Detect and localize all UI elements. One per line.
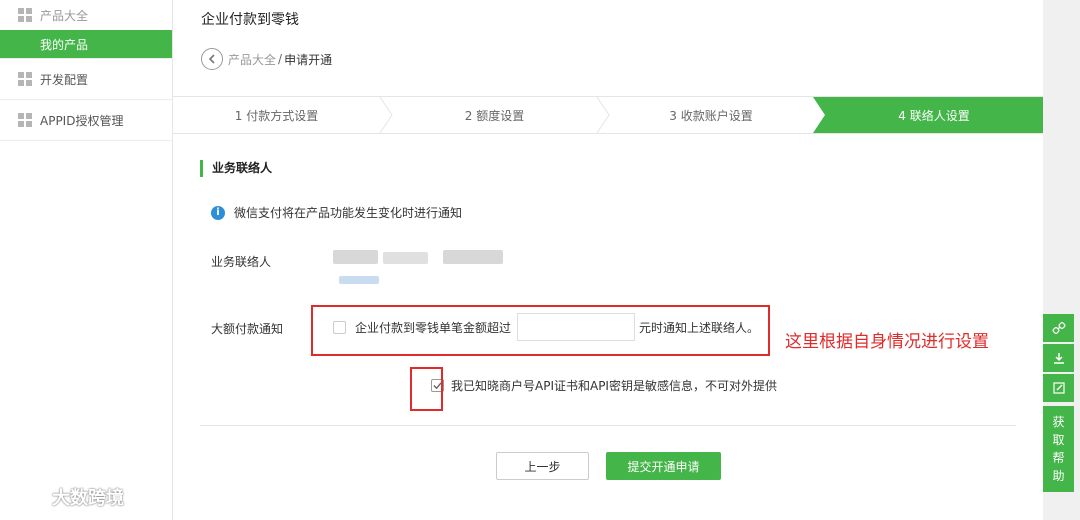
prev-step-button[interactable]: 上一步 (496, 452, 589, 480)
back-button[interactable] (201, 48, 223, 70)
sidebar-group-products[interactable]: 产品大全 (0, 0, 172, 30)
contact-label: 业务联络人 (211, 255, 272, 269)
step-4-active: 4 联络人设置 (898, 108, 970, 123)
chevron-left-icon (208, 54, 215, 64)
info-tip: i 微信支付将在产品功能发生变化时进行通知 (211, 204, 462, 221)
sidebar-item-my-products[interactable]: 我的产品 (0, 30, 172, 58)
step-progress: 1 付款方式设置 2 额度设置 3 收款账户设置 4 联络人设置 (173, 96, 1043, 134)
help-char: 取 (1052, 433, 1065, 447)
info-tip-text: 微信支付将在产品功能发生变化时进行通知 (234, 206, 463, 220)
help-char: 帮 (1052, 451, 1065, 465)
sidebar-item-label: APPID授权管理 (40, 113, 124, 128)
sidebar-item-appid-auth[interactable]: APPID授权管理 (0, 100, 172, 140)
info-icon: i (211, 205, 225, 220)
grid-icon (18, 113, 32, 127)
breadcrumb-parent-link[interactable]: 产品大全 (228, 51, 276, 68)
sidebar-group-label: 产品大全 (40, 8, 89, 23)
breadcrumb: 产品大全 / 申请开通 (201, 48, 332, 70)
ack-row: 我已知晓商户号API证书和API密钥是敏感信息，不可对外提供 (431, 377, 777, 394)
sidebar-item-label: 开发配置 (40, 72, 89, 87)
ack-text: 我已知晓商户号API证书和API密钥是敏感信息，不可对外提供 (451, 379, 777, 393)
grid-icon (18, 72, 32, 86)
help-button[interactable]: 获 取 帮 助 (1043, 406, 1074, 492)
section-title: 业务联络人 (200, 160, 272, 177)
annotation-text: 这里根据自身情况进行设置 (785, 332, 989, 352)
submit-application-button[interactable]: 提交开通申请 (606, 452, 721, 480)
breadcrumb-current: 申请开通 (284, 52, 333, 67)
help-char: 助 (1052, 469, 1065, 483)
download-icon (1053, 353, 1064, 364)
sidebar: 产品大全 我的产品 开发配置 APPID授权管理 大数跨境 (0, 0, 173, 520)
watermark-logo-icon (11, 490, 44, 504)
large-payment-label: 大额付款通知 (211, 322, 284, 336)
edit-button[interactable] (1043, 374, 1074, 402)
sidebar-item-label: 我的产品 (40, 37, 89, 52)
watermark-text: 大数跨境 (52, 488, 124, 509)
link-icon (1051, 321, 1066, 335)
download-button[interactable] (1043, 344, 1074, 372)
annotation-box-checkbox (410, 367, 443, 411)
grid-icon (18, 8, 32, 22)
watermark: 大数跨境 (10, 484, 124, 510)
step-2: 2 额度设置 (464, 108, 525, 123)
help-char: 获 (1052, 415, 1065, 429)
divider (200, 425, 1016, 426)
step-1: 1 付款方式设置 (234, 108, 319, 123)
contact-value-redacted (333, 246, 508, 288)
right-toolbar: 获 取 帮 助 (1043, 0, 1080, 520)
breadcrumb-separator: / (278, 52, 283, 66)
page-title: 企业付款到零钱 (201, 12, 299, 28)
link-button[interactable] (1043, 314, 1074, 342)
main-content: 企业付款到零钱 产品大全 / 申请开通 1 付款方式设置 2 额度设置 3 收款… (173, 0, 1043, 520)
annotation-box (311, 305, 770, 356)
sidebar-item-dev-config[interactable]: 开发配置 (0, 59, 172, 99)
edit-icon (1052, 382, 1065, 394)
step-3: 3 收款账户设置 (669, 108, 753, 123)
